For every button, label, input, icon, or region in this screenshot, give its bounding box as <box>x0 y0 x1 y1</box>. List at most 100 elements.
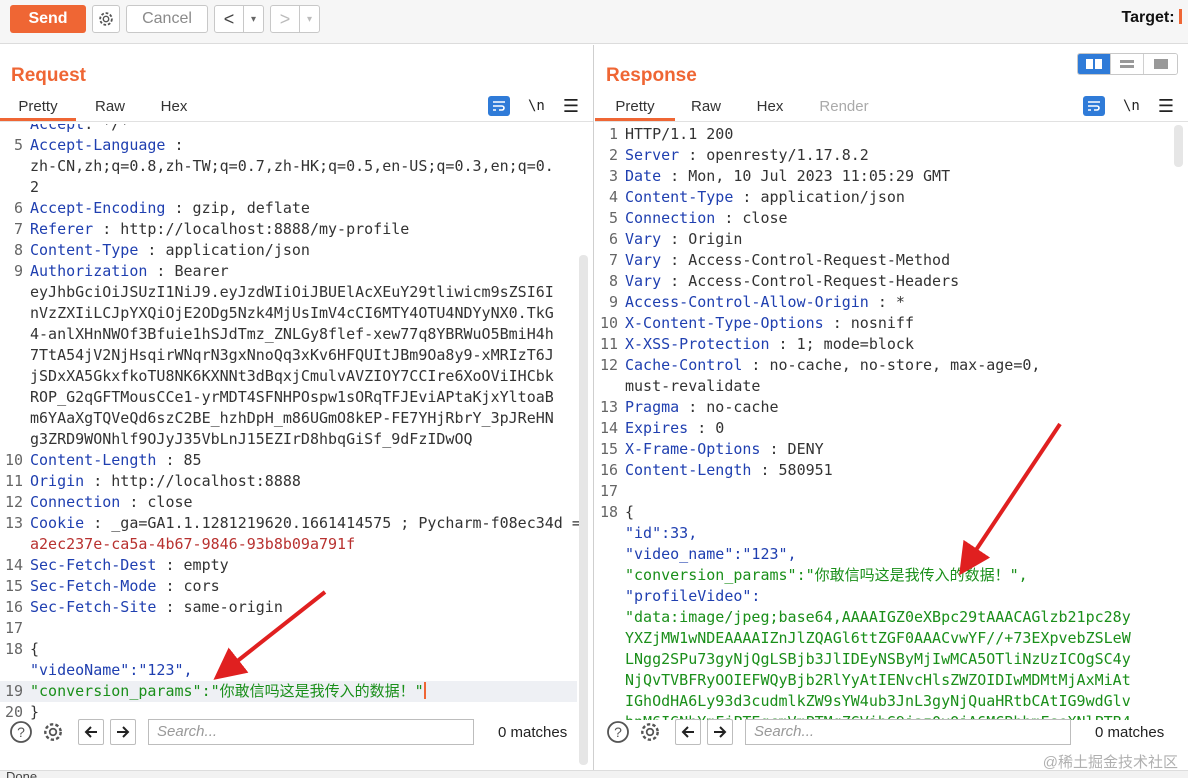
code-line[interactable]: 10 Content-Length : 85 <box>0 450 577 471</box>
response-editor[interactable]: 1 HTTP/1.1 200 2 Server : openresty/1.17.8.… <box>595 124 1188 720</box>
code-line[interactable]: 5 Accept-Language : <box>0 135 577 156</box>
response-scrollbar[interactable] <box>1174 125 1183 167</box>
code-line[interactable]: NjQvTVBFRyOOIEFWQyBjb2RlYyAtIENvcHlsZWZO… <box>595 670 1172 691</box>
code-line[interactable]: 12 Connection : close <box>0 492 577 513</box>
response-search-input[interactable]: Search... <box>745 719 1071 745</box>
code-line[interactable]: 6 Vary : Origin <box>595 229 1172 250</box>
code-line[interactable]: 17 <box>0 618 577 639</box>
code-line[interactable]: 7TtA54jV2NjHsqirWNqrN3gxNnoQq3xKv6HFQUIt… <box>0 345 577 366</box>
code-line[interactable]: g3ZRD9WONhlf9OJyJ35VbLnJ15EZIrD8hbqGiSf_… <box>0 429 577 450</box>
code-line[interactable]: 6 Accept-Encoding : gzip, deflate <box>0 198 577 219</box>
search-next-button[interactable] <box>110 719 136 745</box>
target-label[interactable]: Target: <box>1122 9 1182 27</box>
code-line[interactable]: 8 Vary : Access-Control-Request-Headers <box>595 271 1172 292</box>
code-line[interactable]: jSDxXA5GkxfkoTU8NK6KXNNt3dBqxjCmulvAVZIO… <box>0 366 577 387</box>
code-line[interactable]: "videoName":"123", <box>0 660 577 681</box>
code-line[interactable]: LNgg2SPu73gyNjQgLSBjb3JlIDEyNSByMjIwMCA5… <box>595 649 1172 670</box>
code-line[interactable]: 9 Authorization : Bearer <box>0 261 577 282</box>
code-line[interactable]: 5 Connection : close <box>595 208 1172 229</box>
code-line[interactable]: 3 Date : Mon, 10 Jul 2023 11:05:29 GMT <box>595 166 1172 187</box>
code-line[interactable]: 13 Cookie : _ga=GA1.1.1281219620.16614145… <box>0 513 581 534</box>
code-line[interactable]: 12 Cache-Control : no-cache, no-store, ma… <box>595 355 1172 376</box>
code-line[interactable]: IGhOdHA6Ly93d3cudmlkZW9sYW4ub3JnL3gyNjQu… <box>595 691 1172 712</box>
code-line[interactable]: 19 "conversion_params":"你敢信吗这是我传入的数据！" <box>0 681 577 702</box>
code-line[interactable]: must-revalidate <box>595 376 1172 397</box>
forward-button[interactable]: > <box>271 6 299 32</box>
code-line[interactable]: "id":33, <box>595 523 1172 544</box>
code-line[interactable]: 7 Vary : Access-Control-Request-Method <box>595 250 1172 271</box>
code-line[interactable]: 14 Expires : 0 <box>595 418 1172 439</box>
code-line[interactable]: YXZjMW1wNDEAAAAIZnJlZQAGl6ttZGF0AAACvwYF… <box>595 628 1172 649</box>
tab-response-hex[interactable]: Hex <box>737 95 803 121</box>
search-prev-button[interactable] <box>78 719 104 745</box>
back-nav-group: < ▾ <box>214 5 264 33</box>
layout-tabs-button[interactable] <box>1144 54 1177 74</box>
code-line[interactable]: 17 <box>595 481 1172 502</box>
menu-icon[interactable]: ☰ <box>563 96 579 117</box>
code-line[interactable]: 10 X-Content-Type-Options : nosniff <box>595 313 1172 334</box>
code-line[interactable]: "video_name":"123", <box>595 544 1172 565</box>
forward-dropdown-button[interactable]: ▾ <box>299 6 319 32</box>
code-line[interactable]: 14 Sec-Fetch-Dest : empty <box>0 555 577 576</box>
code-line[interactable]: 18 { <box>0 639 577 660</box>
code-line[interactable]: a2ec237e-ca5a-4b67-9846-93b8b09a791f <box>0 534 577 555</box>
code-value: : same-origin <box>156 598 283 616</box>
help-button[interactable]: ? <box>605 719 631 745</box>
layout-split-button[interactable] <box>1078 54 1111 74</box>
send-button[interactable]: Send <box>10 5 86 33</box>
code-line[interactable]: "profileVideo": <box>595 586 1172 607</box>
code-line[interactable]: 15 X-Frame-Options : DENY <box>595 439 1172 460</box>
code-line[interactable]: 11 X-XSS-Protection : 1; mode=block <box>595 334 1172 355</box>
code-line[interactable]: 9 Access-Control-Allow-Origin : * <box>595 292 1172 313</box>
search-settings-button[interactable] <box>637 719 663 745</box>
code-line[interactable]: "data:image/jpeg;base64,AAAAIGZ0eXBpc29t… <box>595 607 1172 628</box>
help-button[interactable]: ? <box>8 719 34 745</box>
code-line[interactable]: 15 Sec-Fetch-Mode : cors <box>0 576 577 597</box>
wrap-icon[interactable] <box>1083 96 1105 116</box>
code-line[interactable]: "conversion_params":"你敢信吗这是我传入的数据！", <box>595 565 1172 586</box>
code-line[interactable]: 2 <box>0 177 577 198</box>
code-line[interactable]: 4 Content-Type : application/json <box>595 187 1172 208</box>
newline-icon[interactable]: \n <box>528 98 545 114</box>
code-line[interactable]: 16 Content-Length : 580951 <box>595 460 1172 481</box>
code-line[interactable]: eyJhbGciOiJSUzI1NiJ9.eyJzdWIiOiJBUElAcXE… <box>0 282 577 303</box>
menu-icon[interactable]: ☰ <box>1158 96 1174 117</box>
code-line[interactable]: 1 HTTP/1.1 200 <box>595 124 1172 145</box>
tab-request-hex[interactable]: Hex <box>144 95 204 121</box>
newline-icon[interactable]: \n <box>1123 98 1140 114</box>
wrap-icon[interactable] <box>488 96 510 116</box>
code-line[interactable]: 4-anlXHnNWOf3Bfuie1hSJdTmz_ZNLGy8flef-xe… <box>0 324 577 345</box>
tab-response-raw[interactable]: Raw <box>675 95 737 121</box>
code-line[interactable]: 18 { <box>595 502 1172 523</box>
code-line[interactable]: Accept: */* <box>0 124 577 135</box>
code-line[interactable]: ROP_G2qGFTMousCCe1-yrMDT4SFNHPOspw1sORqT… <box>0 387 577 408</box>
settings-button[interactable] <box>92 5 120 33</box>
code-line[interactable]: 16 Sec-Fetch-Site : same-origin <box>0 597 577 618</box>
tab-response-render[interactable]: Render <box>803 95 885 121</box>
back-dropdown-button[interactable]: ▾ <box>243 6 263 32</box>
request-scrollbar[interactable] <box>579 255 588 765</box>
code-line[interactable]: 13 Pragma : no-cache <box>595 397 1172 418</box>
code-line[interactable]: nVzZXIiLCJpYXQiOjE2ODg5Nzk4MjUsImV4cCI6M… <box>0 303 577 324</box>
search-settings-button[interactable] <box>40 719 66 745</box>
search-prev-button[interactable] <box>675 719 701 745</box>
code-value: YXZjMW1wNDEAAAAIZnJlZQAGl6ttZGF0AAACvwYF… <box>625 629 1131 647</box>
code-line[interactable]: zh-CN,zh;q=0.8,zh-TW;q=0.7,zh-HK;q=0.5,e… <box>0 156 577 177</box>
tab-request-raw[interactable]: Raw <box>76 95 144 121</box>
header-name: Connection <box>30 493 121 511</box>
back-button[interactable]: < <box>215 6 243 32</box>
code-line[interactable]: 8 Content-Type : application/json <box>0 240 577 261</box>
code-line[interactable]: 11 Origin : http://localhost:8888 <box>0 471 577 492</box>
code-text: "conversion_params":"你敢信吗这是我传入的数据！" <box>30 681 426 702</box>
code-line[interactable]: 2 Server : openresty/1.17.8.2 <box>595 145 1172 166</box>
cancel-button[interactable]: Cancel <box>126 5 208 33</box>
search-next-button[interactable] <box>707 719 733 745</box>
code-line[interactable]: 7 Referer : http://localhost:8888/my-prof… <box>0 219 577 240</box>
request-editor[interactable]: Accept: */* 5 Accept-Language : zh-CN,zh;q=… <box>0 124 593 720</box>
tab-request-pretty[interactable]: Pretty <box>0 95 76 121</box>
request-search-input[interactable]: Search... <box>148 719 474 745</box>
layout-stacked-button[interactable] <box>1111 54 1144 74</box>
tab-response-pretty[interactable]: Pretty <box>595 95 675 121</box>
header-name: Origin <box>30 472 85 490</box>
code-line[interactable]: m6YAaXgTQVeQd6szC2BE_hzhDpH_m86UGmO8kEP-… <box>0 408 577 429</box>
